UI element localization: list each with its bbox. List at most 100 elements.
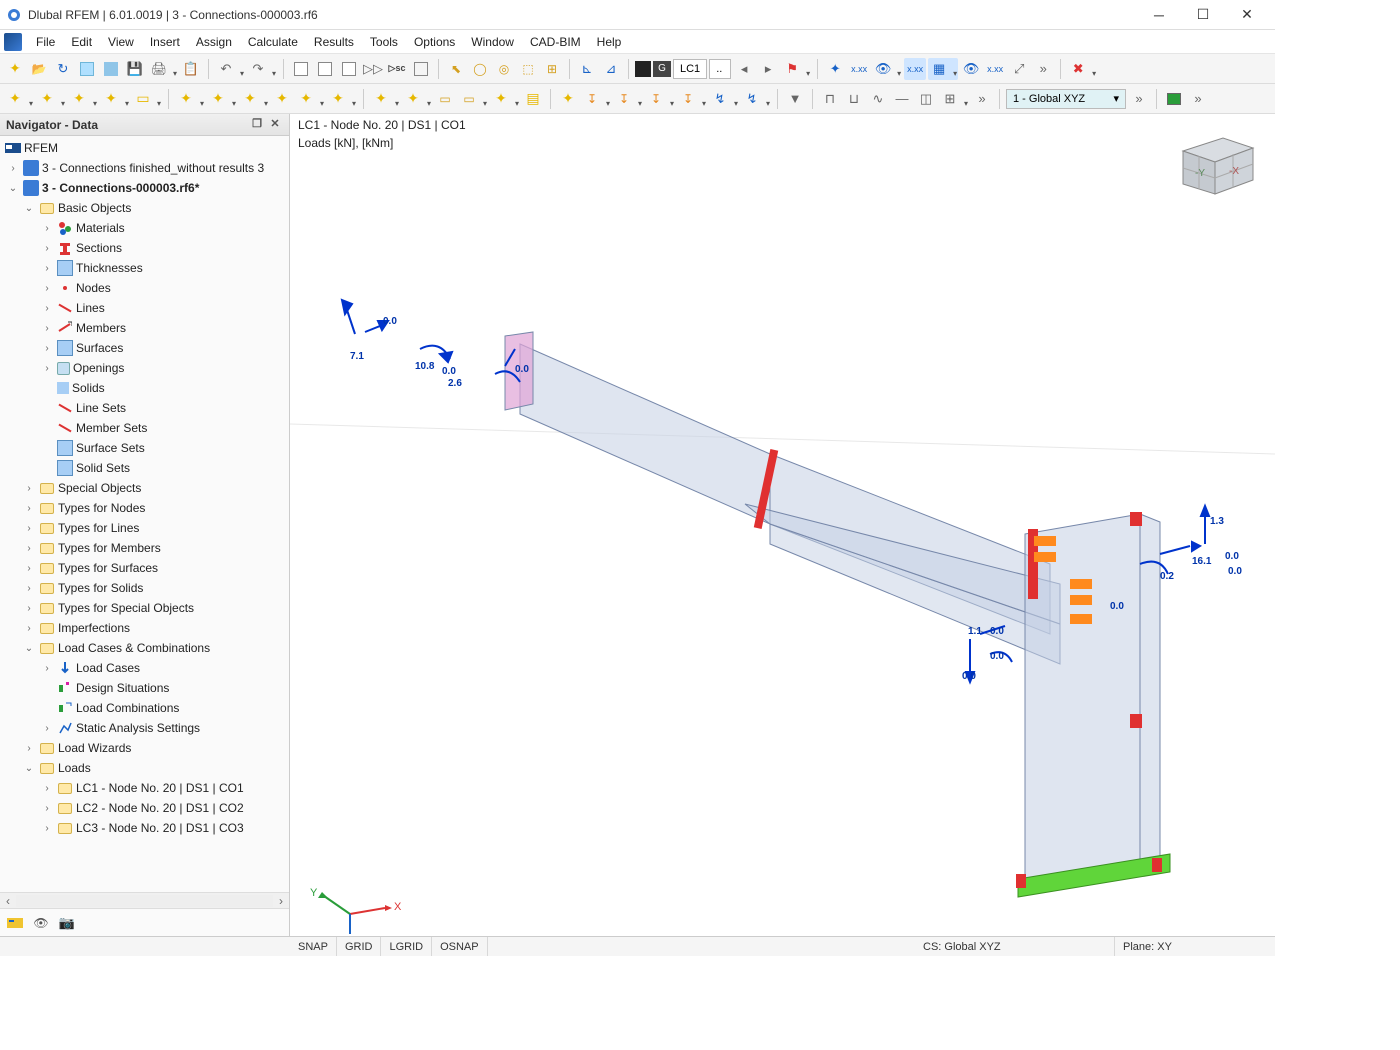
tool-c6[interactable]: ▤ xyxy=(522,88,544,110)
tool-d6[interactable]: ↯ xyxy=(709,88,739,110)
refresh-icon[interactable]: ↻ xyxy=(52,58,74,80)
tree-lc2[interactable]: LC2 - Node No. 20 | DS1 | CO2 xyxy=(76,801,244,815)
redo-icon[interactable]: ↷ xyxy=(247,58,277,80)
menu-edit[interactable]: Edit xyxy=(63,30,100,54)
grid-toggle-icon[interactable]: ▦ xyxy=(928,58,958,80)
tool-b4[interactable]: ✦ xyxy=(271,88,293,110)
tool-a3[interactable]: ✦ xyxy=(68,88,98,110)
prev-lc-icon[interactable]: ◂ xyxy=(733,58,755,80)
tree-special-objects[interactable]: Special Objects xyxy=(58,481,141,495)
tree-thicknesses[interactable]: Thicknesses xyxy=(76,261,143,275)
tree-load-wizards[interactable]: Load Wizards xyxy=(58,741,131,755)
tree-surface-sets[interactable]: Surface Sets xyxy=(76,441,145,455)
menu-file[interactable]: File xyxy=(28,30,63,54)
tree-loads[interactable]: Loads xyxy=(58,761,91,775)
overflow1-icon[interactable]: » xyxy=(1032,58,1054,80)
navigator-close-icon[interactable]: ✕ xyxy=(267,117,283,133)
color-swatch[interactable] xyxy=(635,61,651,77)
panel3-icon[interactable] xyxy=(338,58,360,80)
measure-icon[interactable]: ✦ xyxy=(824,58,846,80)
tool-d2[interactable]: ↧ xyxy=(581,88,611,110)
menu-help[interactable]: Help xyxy=(589,30,630,54)
menu-view[interactable]: View xyxy=(100,30,142,54)
menu-results[interactable]: Results xyxy=(306,30,362,54)
panel2-icon[interactable] xyxy=(314,58,336,80)
section-icon2[interactable]: ⊔ xyxy=(843,88,865,110)
tree-materials[interactable]: Materials xyxy=(76,221,125,235)
dice-icon[interactable]: ⊞ xyxy=(939,88,969,110)
tree-load-cases[interactable]: Load Cases xyxy=(76,661,140,675)
coord-system-selector[interactable]: 1 - Global XYZ▾ xyxy=(1006,89,1126,109)
undo-icon[interactable]: ↶ xyxy=(215,58,245,80)
status-snap[interactable]: SNAP xyxy=(290,937,337,956)
tool-c5[interactable]: ✦ xyxy=(490,88,520,110)
overflow4-icon[interactable]: » xyxy=(1187,88,1209,110)
tool-a4[interactable]: ✦ xyxy=(100,88,130,110)
tool-d7[interactable]: ↯ xyxy=(741,88,771,110)
tree-line-sets[interactable]: Line Sets xyxy=(76,401,126,415)
tool-c1[interactable]: ✦ xyxy=(370,88,400,110)
select-lasso-icon[interactable]: ◯ xyxy=(469,58,491,80)
eye2-icon[interactable]: 👁 xyxy=(960,58,982,80)
menu-calculate[interactable]: Calculate xyxy=(240,30,306,54)
filter-icon[interactable]: ▼ xyxy=(784,88,806,110)
screen-icon[interactable] xyxy=(1163,88,1185,110)
tree-imperfections[interactable]: Imperfections xyxy=(58,621,130,635)
select-ext-icon[interactable]: ⊞ xyxy=(541,58,563,80)
menu-tools[interactable]: Tools xyxy=(362,30,406,54)
tree-design-situations[interactable]: Design Situations xyxy=(76,681,169,695)
tool-c3[interactable]: ▭ xyxy=(434,88,456,110)
view-cube[interactable]: -Y -X xyxy=(1173,126,1263,198)
navigator-tree[interactable]: RFEM ›3 - Connections finished_without r… xyxy=(0,136,289,892)
tree-surfaces[interactable]: Surfaces xyxy=(76,341,123,355)
tool-d1[interactable]: ✦ xyxy=(557,88,579,110)
tool-b3[interactable]: ✦ xyxy=(239,88,269,110)
tree-load-combinations[interactable]: Load Combinations xyxy=(76,701,179,715)
box-icon[interactable]: ◫ xyxy=(915,88,937,110)
tree-lc1[interactable]: LC1 - Node No. 20 | DS1 | CO1 xyxy=(76,781,244,795)
clipboard-icon[interactable]: 📋 xyxy=(180,58,202,80)
curve-icon[interactable]: ∿ xyxy=(867,88,889,110)
minimize-button[interactable]: ─ xyxy=(1137,0,1181,30)
status-osnap[interactable]: OSNAP xyxy=(432,937,488,956)
overflow2-icon[interactable]: » xyxy=(971,88,993,110)
menu-assign[interactable]: Assign xyxy=(188,30,240,54)
tree-types-solids[interactable]: Types for Solids xyxy=(58,581,143,595)
tool-c4[interactable]: ▭ xyxy=(458,88,488,110)
cube2-icon[interactable] xyxy=(100,58,122,80)
axis-x-icon[interactable]: ⊾ xyxy=(576,58,598,80)
dim2-icon[interactable]: x.xx xyxy=(984,58,1006,80)
run-icon[interactable]: ▷▷ xyxy=(362,58,384,80)
tree-member-sets[interactable]: Member Sets xyxy=(76,421,147,435)
panel4-icon[interactable] xyxy=(410,58,432,80)
expand-icon[interactable]: ⤢ xyxy=(1008,58,1030,80)
select-poly-icon[interactable]: ⬚ xyxy=(517,58,539,80)
next-lc-icon[interactable]: ▸ xyxy=(757,58,779,80)
g-swatch[interactable]: G xyxy=(653,61,671,77)
nav-tab-display-icon[interactable]: 👁 xyxy=(30,912,52,934)
tree-root[interactable]: RFEM xyxy=(24,141,58,155)
viewport-3d[interactable]: LC1 - Node No. 20 | DS1 | CO1 Loads [kN]… xyxy=(290,114,1275,936)
tree-lc3[interactable]: LC3 - Node No. 20 | DS1 | CO3 xyxy=(76,821,244,835)
axis-y-icon[interactable]: ⊿ xyxy=(600,58,622,80)
navigator-hscroll[interactable]: ‹› xyxy=(0,892,289,908)
select-circle-icon[interactable]: ◎ xyxy=(493,58,515,80)
select-arrow-icon[interactable]: ⬉ xyxy=(445,58,467,80)
menu-cad-bim[interactable]: CAD-BIM xyxy=(522,30,589,54)
nav-tab-data-icon[interactable] xyxy=(4,912,26,934)
tree-types-surfaces[interactable]: Types for Surfaces xyxy=(58,561,158,575)
tool-d5[interactable]: ↧ xyxy=(677,88,707,110)
menu-window[interactable]: Window xyxy=(463,30,522,54)
open-icon[interactable]: 📂 xyxy=(28,58,50,80)
tree-basic-objects[interactable]: Basic Objects xyxy=(58,201,131,215)
tree-openings[interactable]: Openings xyxy=(73,361,124,375)
tree-members[interactable]: Members xyxy=(76,321,126,335)
tree-sas[interactable]: Static Analysis Settings xyxy=(76,721,200,735)
tool-d4[interactable]: ↧ xyxy=(645,88,675,110)
tree-proj2[interactable]: 3 - Connections-000003.rf6* xyxy=(42,181,199,195)
menu-insert[interactable]: Insert xyxy=(142,30,188,54)
navigator-detach-icon[interactable]: ❐ xyxy=(249,117,265,133)
tree-solid-sets[interactable]: Solid Sets xyxy=(76,461,130,475)
section-icon1[interactable]: ⊓ xyxy=(819,88,841,110)
tree-types-special[interactable]: Types for Special Objects xyxy=(58,601,194,615)
